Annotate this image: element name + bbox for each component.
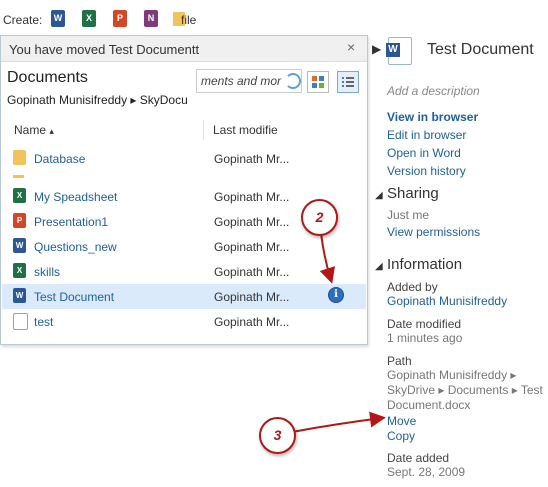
sharing-value: Just me (387, 208, 430, 222)
move-link[interactable]: Move (387, 414, 416, 428)
arrow-to-info-icon (319, 232, 335, 284)
callout-2: 2 (301, 199, 338, 236)
path-line-1: Gopinath Munisifreddy ▸ (387, 368, 517, 382)
information-heading: Information (387, 256, 463, 273)
path-line-3: Document.docx (387, 398, 471, 412)
edit-in-browser-link[interactable]: Edit in browser (387, 128, 466, 142)
word-document-icon: W (386, 37, 412, 65)
annotation-arrows (291, 232, 386, 433)
date-modified-value: 1 minutes ago (387, 331, 463, 345)
document-title: Test Document (427, 41, 534, 58)
sharing-heading: Sharing (387, 185, 439, 202)
added-by-link[interactable]: Gopinath Munisifreddy (387, 294, 507, 308)
arrow-to-move-link (291, 411, 386, 433)
description-input[interactable]: Add a description (387, 84, 480, 98)
collapse-triangle-icon[interactable]: ◢ (375, 190, 383, 201)
version-history-link[interactable]: Version history (387, 164, 466, 178)
path-label: Path (387, 354, 412, 368)
date-added-label: Date added (387, 451, 450, 465)
date-modified-label: Date modified (387, 317, 462, 331)
chevron-right-icon[interactable]: ▶ (372, 42, 381, 56)
view-permissions-link[interactable]: View permissions (387, 225, 480, 239)
date-added-value: Sept. 28, 2009 (387, 465, 466, 479)
open-in-word-link[interactable]: Open in Word (387, 146, 461, 160)
added-by-label: Added by (387, 280, 438, 294)
callout-3: 3 (259, 417, 296, 454)
collapse-triangle-icon[interactable]: ◢ (375, 261, 383, 272)
view-in-browser-link[interactable]: View in browser (387, 110, 478, 124)
path-line-2: SkyDrive ▸ Documents ▸ Test (387, 383, 543, 397)
copy-link[interactable]: Copy (387, 429, 415, 443)
